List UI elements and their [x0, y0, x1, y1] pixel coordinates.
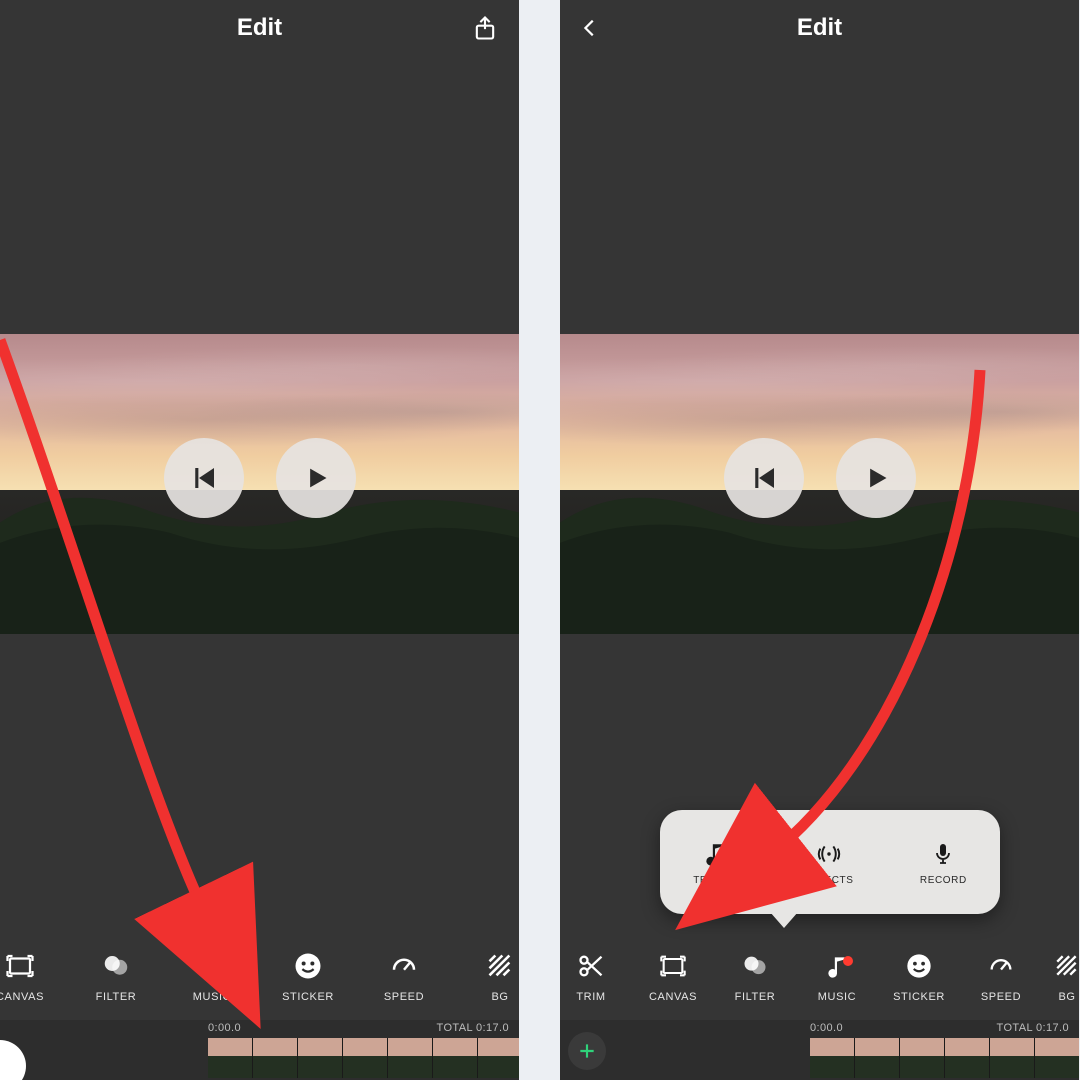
timeline[interactable]: 0:00.0 TOTAL 0:17.0 — [0, 1020, 519, 1080]
skip-previous-icon — [189, 463, 219, 493]
skip-previous-icon — [749, 463, 779, 493]
notification-dot — [218, 956, 228, 966]
tool-label: TRIM — [576, 991, 605, 1003]
share-icon — [471, 14, 499, 42]
tool-label: MUSIC — [818, 991, 856, 1003]
time-current: 0:00.0 — [208, 1022, 241, 1034]
tool-label: FILTER — [96, 991, 137, 1003]
time-current: 0:00.0 — [810, 1022, 843, 1034]
clip-thumb[interactable] — [855, 1038, 900, 1078]
clip-thumb[interactable] — [388, 1038, 433, 1078]
tool-label: MUSIC — [193, 991, 231, 1003]
tool-speed[interactable]: SPEED — [356, 932, 452, 1020]
page-title: Edit — [797, 14, 842, 42]
time-total: TOTAL 0:17.0 — [437, 1022, 509, 1034]
tool-sticker[interactable]: STICKER — [260, 932, 356, 1020]
clip-thumb[interactable] — [208, 1038, 253, 1078]
record-icon — [928, 839, 958, 869]
popup-record[interactable]: RECORD — [920, 839, 967, 886]
bg-icon — [483, 949, 517, 983]
back-button[interactable] — [574, 12, 606, 44]
tool-speed[interactable]: SPEED — [960, 932, 1042, 1020]
sticker-icon — [291, 949, 325, 983]
tool-filter[interactable]: FILTER — [68, 932, 164, 1020]
music-popup: TRACKS EFFECTS RECORD — [660, 810, 1000, 914]
play-button[interactable] — [836, 438, 916, 518]
tool-label: SPEED — [981, 991, 1021, 1003]
share-button[interactable] — [465, 8, 505, 48]
tool-bar: TRIM CANVAS FILTER MUSIC STICKER SPE — [560, 932, 1079, 1020]
chevron-left-icon — [579, 17, 601, 39]
popup-tracks[interactable]: TRACKS — [693, 839, 737, 886]
clip-thumb[interactable] — [945, 1038, 990, 1078]
phone-screenshot-left: Edit — [0, 0, 519, 1080]
tool-bg[interactable]: BG — [1042, 932, 1079, 1020]
tracks-icon — [700, 839, 730, 869]
tool-canvas[interactable]: CANVAS — [0, 932, 68, 1020]
tool-label: BG — [1058, 991, 1075, 1003]
tool-label: CANVAS — [649, 991, 697, 1003]
clip-thumb[interactable] — [253, 1038, 298, 1078]
clip-thumb[interactable] — [810, 1038, 855, 1078]
filter-icon — [99, 949, 133, 983]
clip-thumb[interactable] — [478, 1038, 519, 1078]
top-bar: Edit — [560, 0, 1079, 56]
tool-sticker[interactable]: STICKER — [878, 932, 960, 1020]
timeline[interactable]: 0:00.0 TOTAL 0:17.0 — [560, 1020, 1079, 1080]
effects-icon — [814, 839, 844, 869]
play-button[interactable] — [276, 438, 356, 518]
tool-label: FILTER — [735, 991, 776, 1003]
tool-trim[interactable]: TRIM — [560, 932, 632, 1020]
clip-thumb[interactable] — [343, 1038, 388, 1078]
plus-icon — [577, 1041, 597, 1061]
canvas-icon — [3, 949, 37, 983]
tool-label: STICKER — [893, 991, 945, 1003]
filter-icon — [738, 949, 772, 983]
page-title: Edit — [237, 14, 282, 42]
tool-bg[interactable]: BG — [452, 932, 519, 1020]
tool-label: SPEED — [384, 991, 424, 1003]
video-preview — [0, 334, 519, 634]
video-preview — [560, 334, 1079, 634]
bg-icon — [1050, 949, 1079, 983]
popup-effects[interactable]: EFFECTS — [804, 839, 854, 886]
clip-thumb[interactable] — [1035, 1038, 1079, 1078]
popup-label: RECORD — [920, 875, 967, 886]
time-total: TOTAL 0:17.0 — [997, 1022, 1069, 1034]
top-bar: Edit — [0, 0, 519, 56]
notification-dot — [843, 956, 853, 966]
tool-label: CANVAS — [0, 991, 44, 1003]
sticker-icon — [902, 949, 936, 983]
speed-icon — [984, 949, 1018, 983]
play-icon — [862, 464, 890, 492]
popup-label: EFFECTS — [804, 875, 854, 886]
trim-icon — [574, 949, 608, 983]
add-clip-button[interactable] — [568, 1032, 606, 1070]
clip-thumb[interactable] — [433, 1038, 478, 1078]
tool-canvas[interactable]: CANVAS — [632, 932, 714, 1020]
tool-bar: CANVAS FILTER MUSIC STICKER SPEED BG — [0, 932, 519, 1020]
tool-label: STICKER — [282, 991, 334, 1003]
canvas-icon — [656, 949, 690, 983]
tool-music[interactable]: MUSIC — [796, 932, 878, 1020]
clip-thumb[interactable] — [990, 1038, 1035, 1078]
tool-music[interactable]: MUSIC — [164, 932, 260, 1020]
tool-filter[interactable]: FILTER — [714, 932, 796, 1020]
previous-button[interactable] — [724, 438, 804, 518]
popup-pointer — [770, 912, 798, 928]
tool-label: BG — [491, 991, 508, 1003]
timeline-handle[interactable] — [0, 1040, 26, 1080]
clip-thumb[interactable] — [298, 1038, 343, 1078]
clip-thumb[interactable] — [900, 1038, 945, 1078]
play-icon — [302, 464, 330, 492]
speed-icon — [387, 949, 421, 983]
popup-label: TRACKS — [693, 875, 737, 886]
phone-screenshot-right: Edit TRACKS EFFECTS — [560, 0, 1079, 1080]
previous-button[interactable] — [164, 438, 244, 518]
music-icon — [820, 949, 854, 983]
music-icon — [195, 949, 229, 983]
